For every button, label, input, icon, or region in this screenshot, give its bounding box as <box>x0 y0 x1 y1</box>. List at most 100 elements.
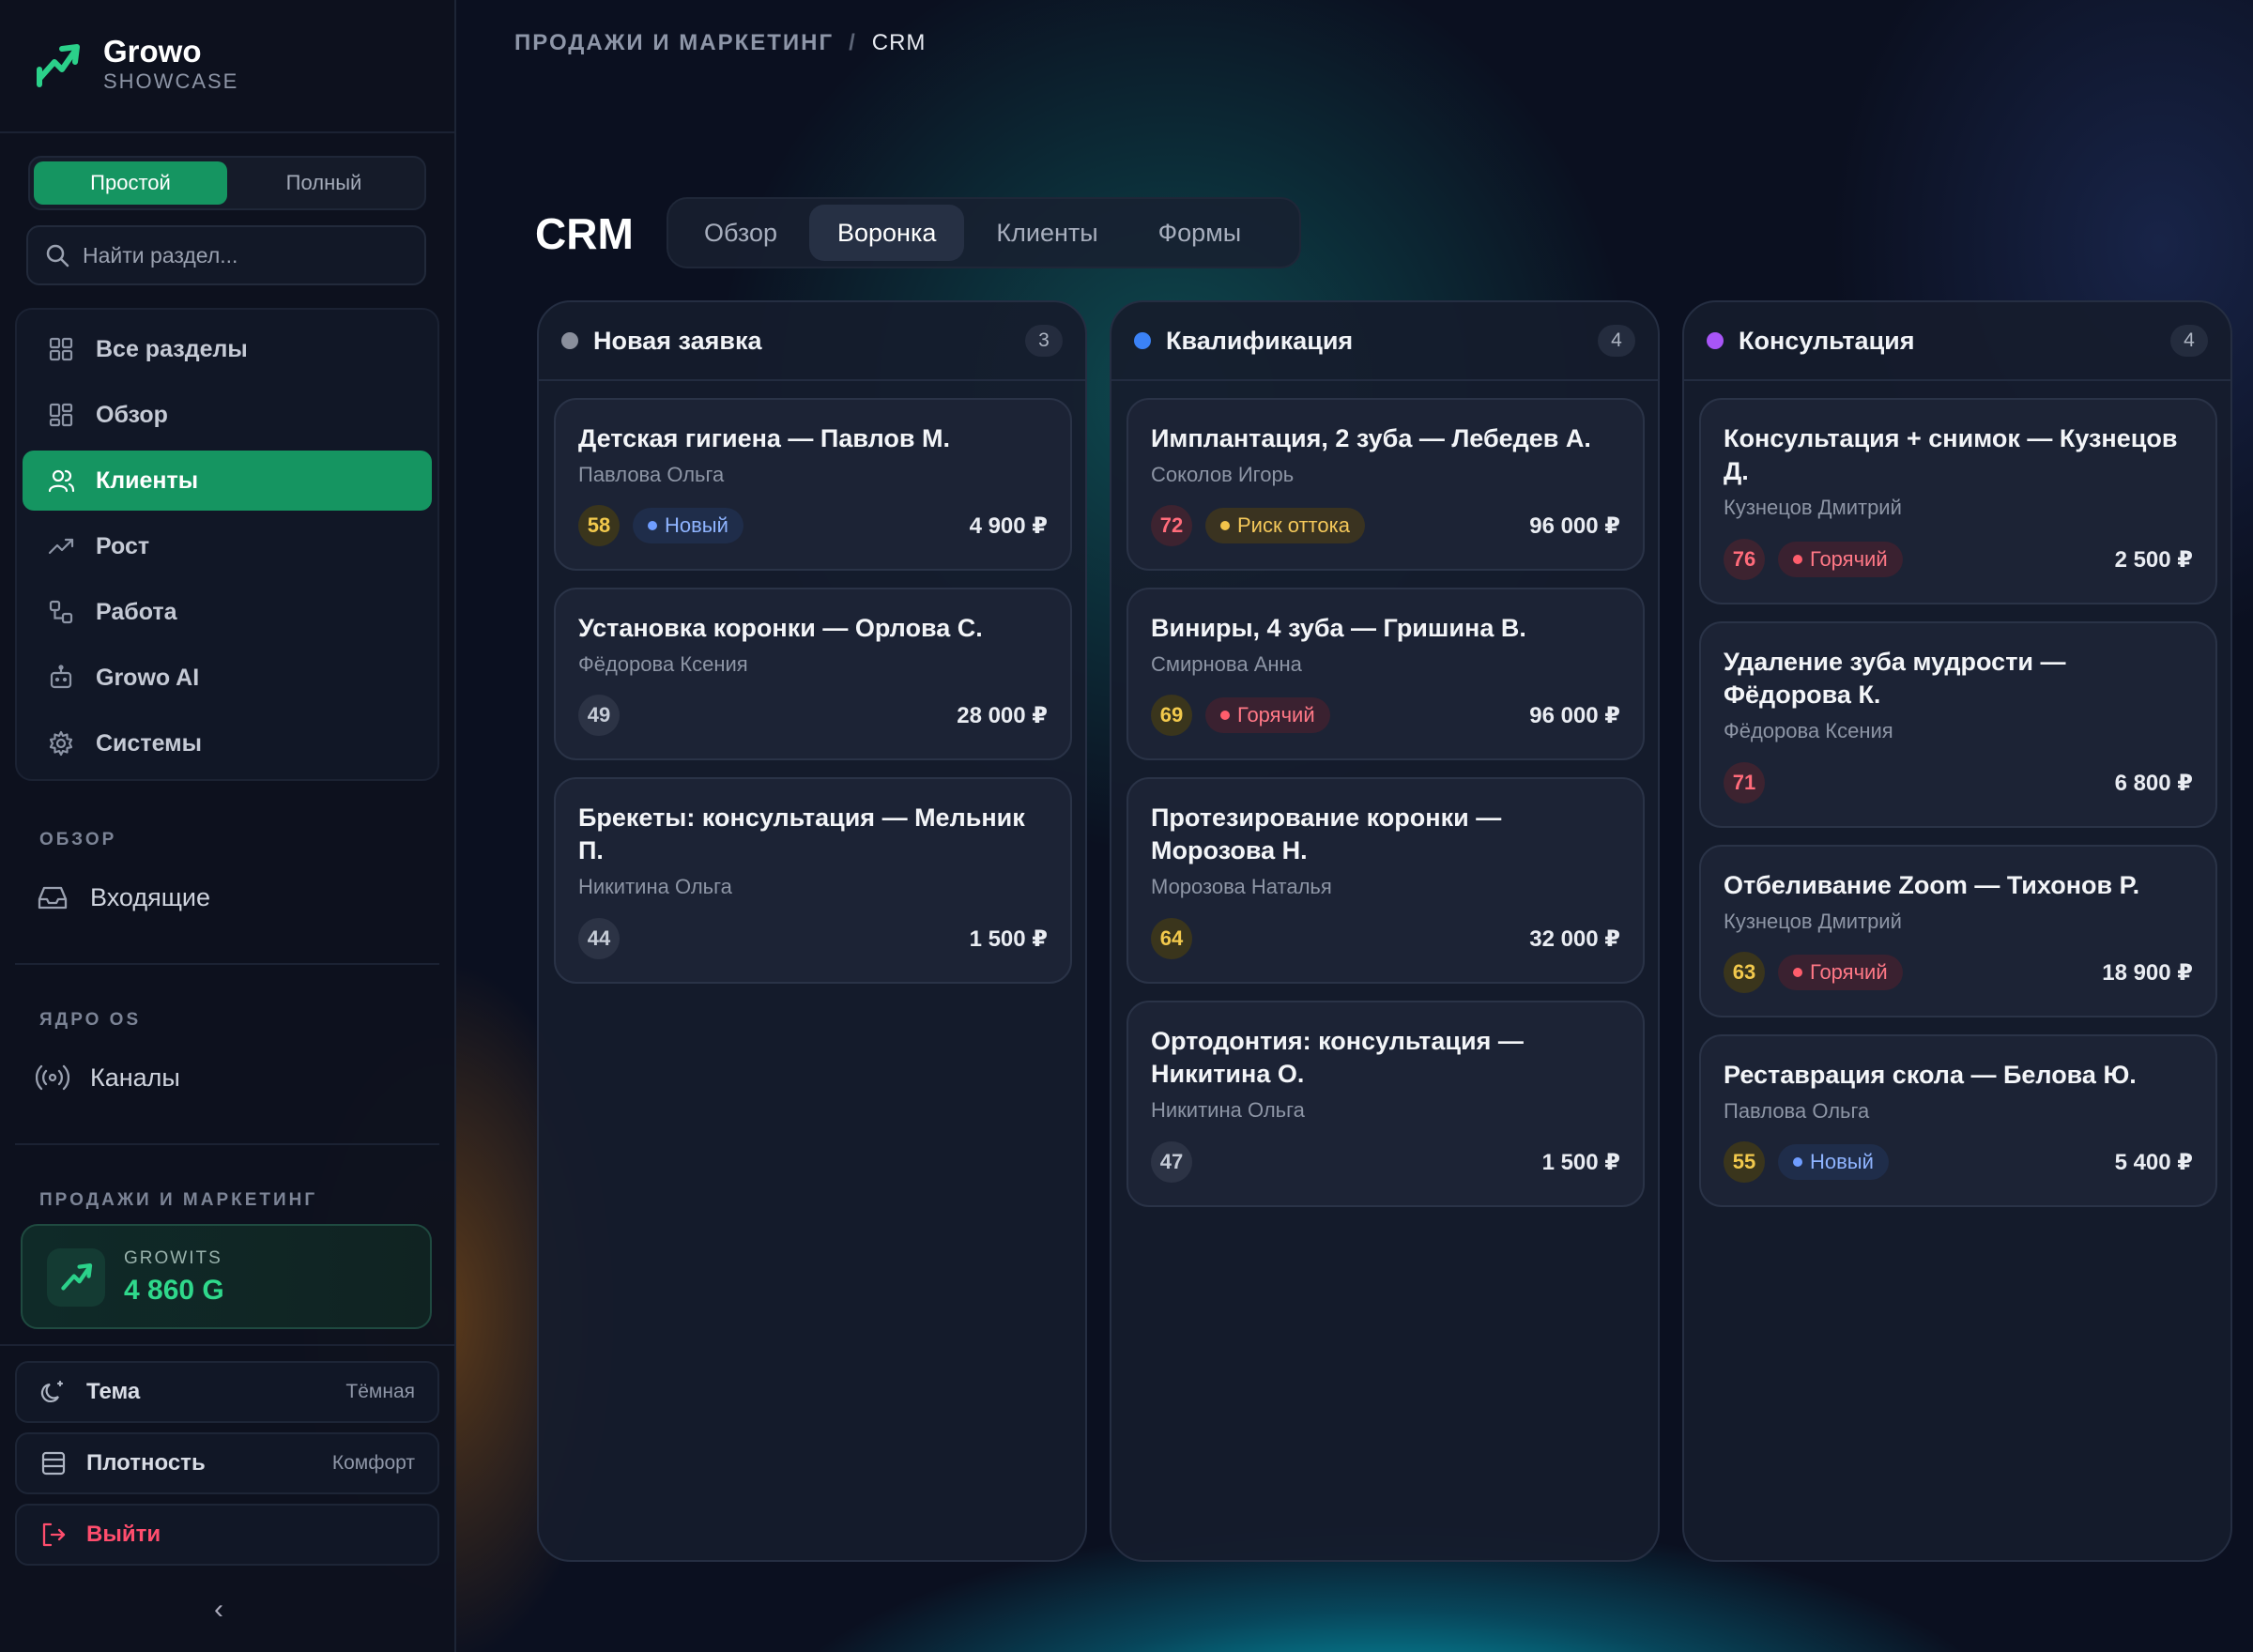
mode-simple-button[interactable]: Простой <box>34 161 227 205</box>
pipeline-column-qualification: Квалификация 4 Имплантация, 2 зуба — Леб… <box>1110 300 1660 1562</box>
breadcrumb-separator: / <box>849 30 857 55</box>
nav-item-growo-ai[interactable]: Growo AI <box>23 648 432 708</box>
link-channels-label: Каналы <box>90 1063 180 1092</box>
theme-icon <box>40 1380 64 1403</box>
deal-card[interactable]: Имплантация, 2 зуба — Лебедев А. Соколов… <box>1126 398 1645 571</box>
nav-item-systems[interactable]: Системы <box>23 713 432 773</box>
deal-card[interactable]: Установка коронки — Орлова С. Фёдорова К… <box>554 588 1072 760</box>
deal-card[interactable]: Детская гигиена — Павлов М. Павлова Ольг… <box>554 398 1072 571</box>
growits-balance-card[interactable]: GROWITS 4 860 G <box>21 1224 432 1329</box>
app-name: Growo <box>103 34 202 69</box>
logout-label: Выйти <box>86 1522 161 1547</box>
deal-title: Ортодонтия: консультация — Никитина О. <box>1151 1027 1524 1088</box>
tab-overview[interactable]: Обзор <box>676 205 805 261</box>
density-icon <box>41 1451 66 1476</box>
status-badge: Горячий <box>1205 697 1330 733</box>
lead-score: 63 <box>1724 952 1765 993</box>
deal-title: Имплантация, 2 зуба — Лебедев А. <box>1151 424 1591 452</box>
deal-meta: 72 Риск оттока 96 000 ₽ <box>1151 505 1620 546</box>
theme-label: Тема <box>86 1379 141 1404</box>
deal-card[interactable]: Реставрация скола — Белова Ю. Павлова Ол… <box>1699 1034 2217 1207</box>
growo-logo-icon <box>37 44 80 87</box>
search-placeholder: Найти раздел... <box>83 242 238 268</box>
logout-button[interactable]: Выйти <box>15 1504 439 1566</box>
gear-icon <box>49 730 73 757</box>
column-count-badge: 3 <box>1025 325 1063 357</box>
section-search-input[interactable]: Найти раздел... <box>26 225 426 285</box>
nav-item-overview[interactable]: Обзор <box>23 385 432 445</box>
deal-title: Детская гигиена — Павлов М. <box>578 424 950 452</box>
deal-card[interactable]: Ортодонтия: консультация — Никитина О. Н… <box>1126 1001 1645 1207</box>
divider <box>0 1344 454 1346</box>
deal-contact: Соколов Игорь <box>1151 463 1295 486</box>
status-badge: Новый <box>633 508 743 543</box>
deal-meta: 69 Горячий 96 000 ₽ <box>1151 695 1620 736</box>
link-inbox[interactable]: Входящие <box>36 880 210 914</box>
lead-score: 49 <box>578 695 620 736</box>
nav-item-work[interactable]: Работа <box>23 582 432 642</box>
nav-item-growth[interactable]: Рост <box>23 516 432 576</box>
deal-contact: Кузнецов Дмитрий <box>1724 496 1902 519</box>
deal-card[interactable]: Удаление зуба мудрости — Фёдорова К. Фёд… <box>1699 621 2217 828</box>
nav-item-label: Growo AI <box>96 664 200 691</box>
tab-funnel[interactable]: Воронка <box>808 205 965 261</box>
deal-card[interactable]: Консультация + снимок — Кузнецов Д. Кузн… <box>1699 398 2217 604</box>
link-channels[interactable]: Каналы <box>36 1061 180 1094</box>
lead-score: 55 <box>1724 1141 1765 1183</box>
column-header: Квалификация 4 <box>1111 302 1658 381</box>
app-logo[interactable]: Growo SHOWCASE <box>34 34 238 94</box>
nav-item-clients[interactable]: Клиенты <box>23 451 432 511</box>
deal-title: Удаление зуба мудрости — Фёдорова К. <box>1724 648 2066 709</box>
status-dot <box>1134 332 1151 349</box>
nav-item-all-sections[interactable]: Все разделы <box>23 319 432 379</box>
collapse-sidebar-button[interactable]: ‹ <box>214 1594 223 1626</box>
deal-meta: 64 32 000 ₽ <box>1151 918 1620 959</box>
deal-meta: 76 Горячий 2 500 ₽ <box>1724 539 2193 580</box>
column-count-badge: 4 <box>1598 325 1635 357</box>
nav-item-label: Обзор <box>96 401 168 428</box>
deal-contact: Никитина Ольга <box>1151 1098 1305 1122</box>
deal-contact: Кузнецов Дмитрий <box>1724 910 1902 933</box>
lead-score: 76 <box>1724 539 1765 580</box>
bot-icon <box>50 665 72 689</box>
app-subtitle: SHOWCASE <box>103 69 239 93</box>
mode-full-button[interactable]: Полный <box>227 161 421 205</box>
divider <box>15 1143 439 1145</box>
dashboard-icon <box>49 403 73 427</box>
theme-setting[interactable]: Тема Тёмная <box>15 1361 439 1423</box>
workflow-icon <box>49 600 73 624</box>
tab-forms[interactable]: Формы <box>1130 205 1270 261</box>
deal-contact: Никитина Ольга <box>578 875 732 898</box>
deal-card[interactable]: Протезирование коронки — Морозова Н. Мор… <box>1126 777 1645 984</box>
deal-contact: Смирнова Анна <box>1151 652 1302 676</box>
lead-score: 69 <box>1151 695 1192 736</box>
deal-contact: Фёдорова Ксения <box>578 652 748 676</box>
column-header: Новая заявка 3 <box>539 302 1085 381</box>
deal-card[interactable]: Брекеты: консультация — Мельник П. Никит… <box>554 777 1072 984</box>
density-label: Плотность <box>86 1450 206 1476</box>
column-count-badge: 4 <box>2170 325 2208 357</box>
deal-contact: Фёдорова Ксения <box>1724 719 1893 742</box>
status-badge: Риск оттока <box>1205 508 1365 543</box>
deal-contact: Морозова Наталья <box>1151 875 1332 898</box>
breadcrumb-parent[interactable]: ПРОДАЖИ И МАРКЕТИНГ <box>514 30 834 55</box>
column-title: Квалификация <box>1166 326 1354 355</box>
deal-title: Протезирование коронки — Морозова Н. <box>1151 803 1502 864</box>
sidebar: Growo SHOWCASE Простой Полный Найти разд… <box>0 0 456 1652</box>
tab-clients[interactable]: Клиенты <box>968 205 1126 261</box>
lead-score: 71 <box>1724 762 1765 803</box>
deal-title: Виниры, 4 зуба — Гришина В. <box>1151 614 1526 642</box>
nav-item-label: Системы <box>96 729 202 757</box>
deal-meta: 55 Новый 5 400 ₽ <box>1724 1141 2193 1183</box>
lead-score: 72 <box>1151 505 1192 546</box>
deal-card[interactable]: Отбеливание Zoom — Тихонов Р. Кузнецов Д… <box>1699 845 2217 1017</box>
deal-card[interactable]: Виниры, 4 зуба — Гришина В. Смирнова Анн… <box>1126 588 1645 760</box>
growits-label: GROWITS <box>124 1248 222 1268</box>
pipeline-column-new: Новая заявка 3 Детская гигиена — Павлов … <box>537 300 1087 1562</box>
density-setting[interactable]: Плотность Комфорт <box>15 1432 439 1494</box>
deal-title: Установка коронки — Орлова С. <box>578 614 983 642</box>
deal-amount: 5 400 ₽ <box>2114 1149 2193 1175</box>
section-title-overview: ОБЗОР <box>39 830 117 849</box>
lead-score: 64 <box>1151 918 1192 959</box>
status-badge-label: Новый <box>665 513 728 537</box>
